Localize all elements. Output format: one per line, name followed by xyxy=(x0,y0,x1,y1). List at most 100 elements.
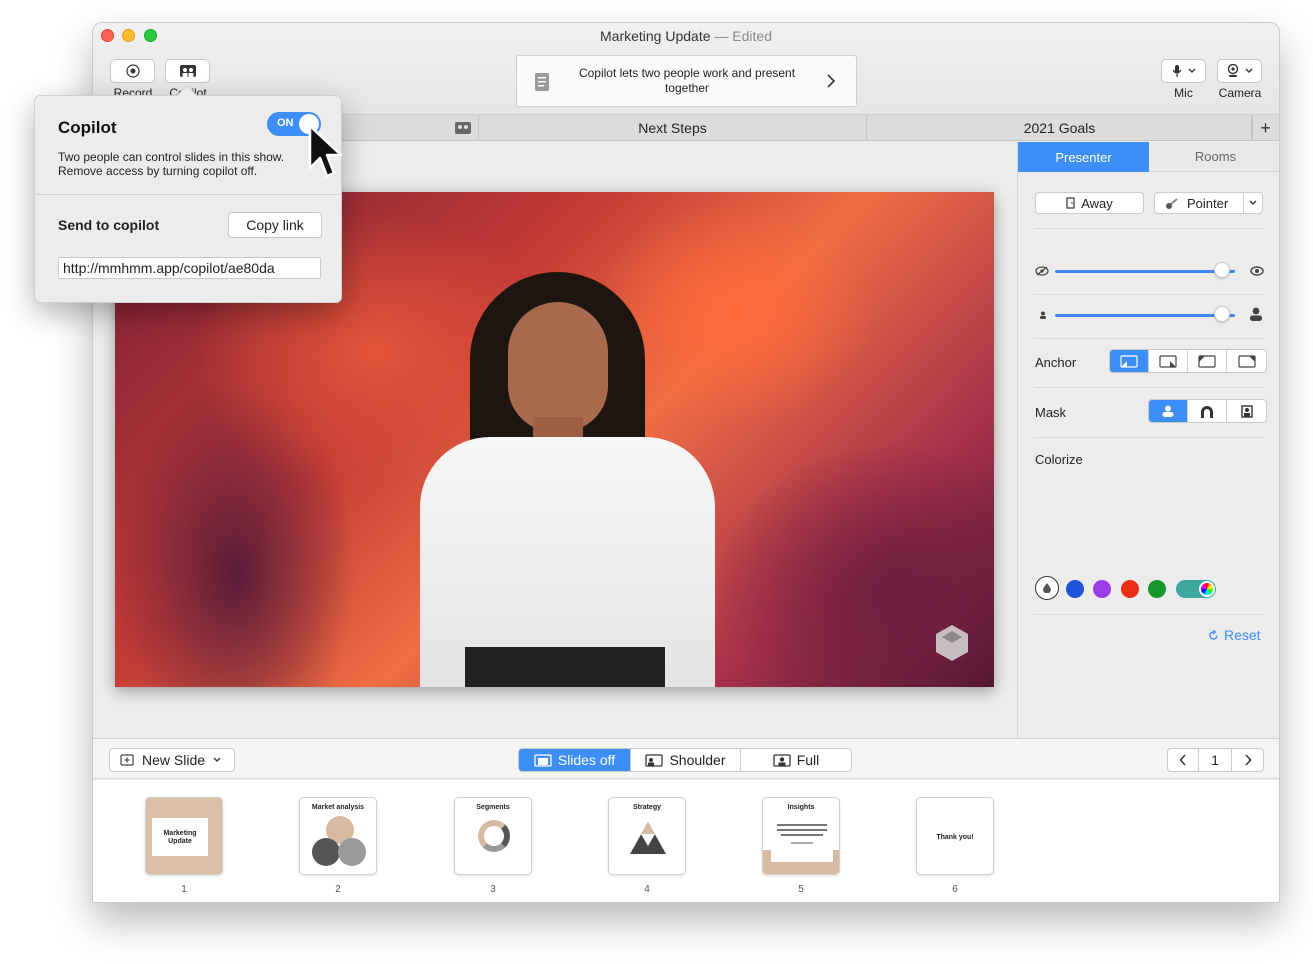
view-mode-segmented-control: Slides off Shoulder Full xyxy=(518,748,852,772)
eye-icon xyxy=(1250,266,1264,276)
person-icon xyxy=(1162,405,1174,417)
copy-link-button[interactable]: Copy link xyxy=(228,212,322,238)
slide-thumbnail-3[interactable]: Segments xyxy=(454,797,532,875)
webcam-icon xyxy=(1227,64,1238,77)
eye-hidden-icon xyxy=(1035,266,1049,276)
tab-rooms[interactable]: Rooms xyxy=(1149,142,1279,172)
copilot-icon xyxy=(455,122,471,134)
divider xyxy=(1034,228,1264,229)
colorize-green-swatch[interactable] xyxy=(1148,580,1166,598)
shoulder-button[interactable]: Shoulder xyxy=(631,749,741,771)
slide-number: 2 xyxy=(335,884,341,895)
size-slider-knob[interactable] xyxy=(1214,306,1231,322)
colorize-blue-swatch[interactable] xyxy=(1066,580,1084,598)
slide-thumbnail-title: Thank you! xyxy=(936,834,974,841)
chevron-down-icon xyxy=(1188,68,1195,73)
tab-presenter[interactable]: Presenter xyxy=(1018,142,1149,172)
slide-thumbnail-1[interactable]: Marketing Update xyxy=(145,797,223,875)
reset-button[interactable]: Reset xyxy=(1208,627,1261,643)
send-to-copilot-label: Send to copilot xyxy=(58,217,160,233)
refresh-icon xyxy=(1209,629,1218,640)
size-slider-track[interactable] xyxy=(1055,314,1235,317)
strategy-triangle-icon xyxy=(630,822,666,854)
chevron-right-icon[interactable] xyxy=(826,74,836,88)
opacity-slider-knob[interactable] xyxy=(1214,262,1231,278)
copilot-notice[interactable]: Copilot lets two people work and present… xyxy=(516,55,857,107)
copilot-link-field[interactable] xyxy=(58,257,321,279)
tab-2021-goals[interactable]: 2021 Goals xyxy=(867,115,1253,141)
person-large-icon xyxy=(1250,307,1262,321)
mic-label: Mic xyxy=(1174,86,1193,100)
slides-off-label: Slides off xyxy=(557,752,616,768)
copilot-button[interactable] xyxy=(165,59,210,83)
camera-button[interactable] xyxy=(1217,59,1262,83)
shoulder-label: Shoulder xyxy=(669,752,726,768)
full-button[interactable]: Full xyxy=(741,749,851,771)
add-slide-icon xyxy=(120,754,134,766)
away-button[interactable]: Away xyxy=(1035,192,1144,214)
chevron-down-icon xyxy=(213,757,221,762)
slide-thumbnail-5[interactable]: Insights xyxy=(762,797,840,875)
pointer-icon xyxy=(1166,198,1178,209)
pointer-divider xyxy=(1243,193,1244,213)
door-icon xyxy=(1066,197,1075,209)
presenter-face xyxy=(508,302,608,432)
colorize-red-swatch[interactable] xyxy=(1121,580,1139,598)
copilot-icon xyxy=(179,65,196,77)
next-slide-button[interactable] xyxy=(1232,749,1263,771)
colorize-purple-swatch[interactable] xyxy=(1093,580,1111,598)
slide-thumbnail-title: Market analysis xyxy=(311,804,365,811)
divider xyxy=(1034,338,1264,339)
away-label: Away xyxy=(1081,195,1113,211)
mmhmm-logo-icon xyxy=(936,625,968,661)
slide-number: 5 xyxy=(798,884,804,895)
color-wheel-icon xyxy=(1199,581,1215,597)
anchor-top-right-button[interactable] xyxy=(1227,350,1266,372)
slides-off-button[interactable]: Slides off xyxy=(519,749,631,771)
tab-next-steps[interactable]: Next Steps xyxy=(479,115,867,141)
window-title: Marketing Update — Edited xyxy=(93,28,1279,44)
mask-circle-button[interactable] xyxy=(1188,400,1227,422)
person-small-icon xyxy=(1040,311,1046,319)
rectangle-mask-icon xyxy=(1240,404,1253,418)
pointer-button[interactable]: Pointer xyxy=(1154,192,1263,214)
microphone-icon xyxy=(1172,65,1181,77)
slide-card xyxy=(771,818,833,862)
shoulder-icon xyxy=(645,753,664,767)
anchor-bottom-right-button[interactable] xyxy=(1149,350,1188,372)
divider xyxy=(35,194,341,195)
new-slide-label: New Slide xyxy=(142,752,206,768)
full-icon xyxy=(773,753,791,767)
slide-thumbnail-2[interactable]: Market analysis xyxy=(299,797,377,875)
divider xyxy=(1034,294,1264,295)
mask-silhouette-button[interactable] xyxy=(1149,400,1188,422)
colorize-none-swatch[interactable] xyxy=(1035,576,1059,600)
anchor-top-left-button[interactable] xyxy=(1188,350,1227,372)
segment-ring xyxy=(478,820,510,852)
opacity-slider-track[interactable] xyxy=(1055,270,1235,273)
anchor-label: Anchor xyxy=(1035,355,1077,370)
chevron-down-icon xyxy=(1245,68,1252,73)
previous-slide-button[interactable] xyxy=(1168,749,1199,771)
mask-segmented-control xyxy=(1148,399,1267,423)
slide-thumbnail-title: Strategy xyxy=(632,804,661,811)
slide-thumbnail-4[interactable]: Strategy xyxy=(608,797,686,875)
slide-thumbnail-6[interactable]: Thank you! xyxy=(916,797,994,875)
slide-number: 6 xyxy=(952,884,958,895)
toggle-label: ON xyxy=(277,117,294,129)
venn-circle xyxy=(312,838,340,866)
mask-rectangle-button[interactable] xyxy=(1227,400,1266,422)
slide-number: 3 xyxy=(490,884,496,895)
new-slide-button[interactable]: New Slide xyxy=(109,748,235,772)
record-button[interactable] xyxy=(110,59,155,83)
custom-color-toggle[interactable] xyxy=(1176,580,1216,598)
add-tab-button[interactable]: + xyxy=(1251,115,1279,141)
page-number[interactable]: 1 xyxy=(1199,749,1232,771)
slide-thumbnail-strip: Marketing Update 1 Market analysis 2 Seg… xyxy=(93,780,1279,902)
mic-button[interactable] xyxy=(1161,59,1206,83)
chevron-down-icon[interactable] xyxy=(1249,200,1257,206)
circle-mask-icon xyxy=(1201,405,1213,418)
anchor-bottom-left-button[interactable] xyxy=(1110,350,1149,372)
document-title: Marketing Update xyxy=(600,28,711,44)
slide-thumbnail-title: Segments xyxy=(476,804,510,811)
